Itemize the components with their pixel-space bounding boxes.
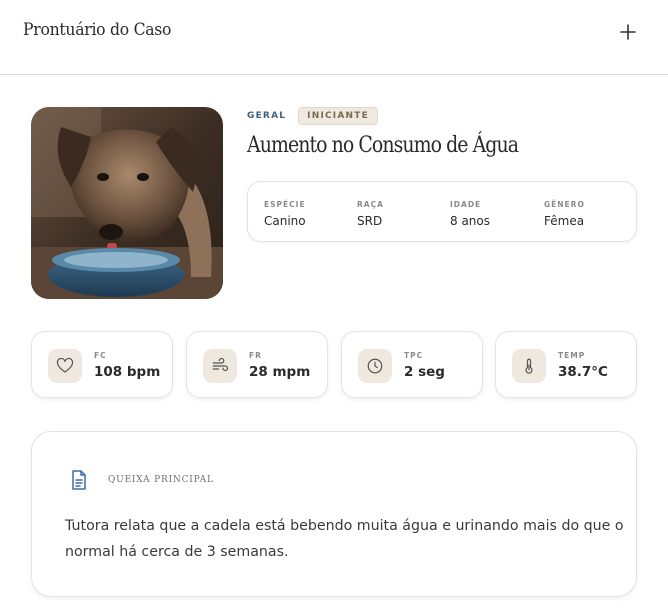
info-label: IDADE <box>450 200 482 209</box>
level-badge: INICIANTE <box>298 107 378 125</box>
complaint-text: Tutora relata que a cadela está bebendo … <box>65 518 624 560</box>
patient-info-card: ESPÉCIE Canino RAÇA SRD IDADE 8 anos GÊN… <box>247 181 637 242</box>
category-tag: GERAL <box>247 111 287 121</box>
info-label: GÊNERO <box>544 200 585 209</box>
page-title: Prontuário do Caso <box>23 20 172 40</box>
vital-card-fc: FC 108 bpm <box>31 331 173 398</box>
case-tags: GERAL INICIANTE <box>247 107 378 125</box>
vital-card-tpc: TPC 2 seg <box>341 331 483 398</box>
info-value: Canino <box>264 214 306 228</box>
vital-value: 108 bpm <box>94 364 161 380</box>
info-label: ESPÉCIE <box>264 200 306 209</box>
info-value: SRD <box>357 214 383 228</box>
vital-card-fr: FR 28 mpm <box>186 331 328 398</box>
info-breed: RAÇA SRD <box>357 200 384 228</box>
info-label: RAÇA <box>357 200 384 209</box>
plus-icon <box>620 24 636 40</box>
vital-value: 38.7°C <box>558 364 608 380</box>
dog-drinking-image <box>31 107 223 299</box>
case-title: Aumento no Consumo de Água <box>247 133 519 158</box>
add-button[interactable] <box>614 18 642 46</box>
vital-label: FC <box>94 351 107 360</box>
clock-icon <box>358 349 392 383</box>
header: Prontuário do Caso <box>0 0 668 75</box>
vital-label: TPC <box>404 351 424 360</box>
vital-value: 2 seg <box>404 364 445 380</box>
vital-label: TEMP <box>558 351 586 360</box>
vital-label: FR <box>249 351 262 360</box>
info-gender: GÊNERO Fêmea <box>544 200 585 228</box>
chief-complaint-card: QUEIXA PRINCIPAL Tutora relata que a cad… <box>31 431 637 597</box>
info-age: IDADE 8 anos <box>450 200 490 228</box>
heart-icon <box>48 349 82 383</box>
document-icon <box>71 470 87 494</box>
wind-icon <box>203 349 237 383</box>
complaint-label: QUEIXA PRINCIPAL <box>108 475 214 485</box>
info-species: ESPÉCIE Canino <box>264 200 306 228</box>
thermometer-icon <box>512 349 546 383</box>
info-value: 8 anos <box>450 214 491 228</box>
vital-card-temp: TEMP 38.7°C <box>495 331 637 398</box>
info-value: Fêmea <box>544 214 585 228</box>
case-photo <box>31 107 223 299</box>
vital-value: 28 mpm <box>249 364 311 380</box>
